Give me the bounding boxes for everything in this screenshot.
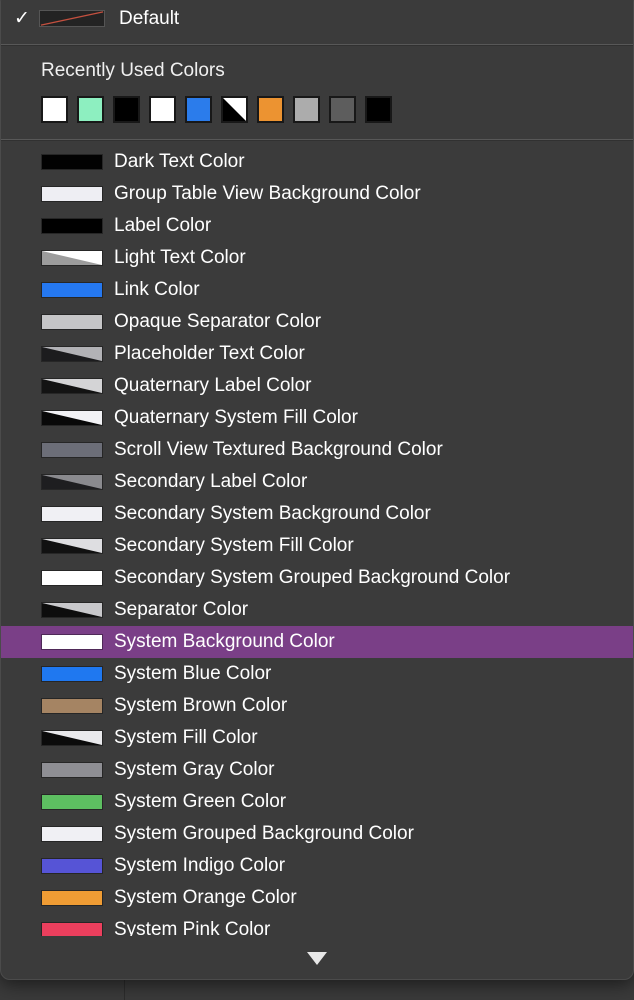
color-row-label: Secondary System Grouped Background Colo… <box>114 567 510 589</box>
color-row[interactable]: Scroll View Textured Background Color <box>1 434 633 466</box>
recent-swatch-white-2[interactable] <box>149 96 176 123</box>
color-row-label: System Indigo Color <box>114 855 285 877</box>
default-color-swatch <box>39 10 105 27</box>
color-row-label: Scroll View Textured Background Color <box>114 439 443 461</box>
color-list: Dark Text Color Group Table View Backgrou… <box>1 141 633 946</box>
recent-swatch-blue[interactable] <box>185 96 212 123</box>
recent-swatch-white[interactable] <box>41 96 68 123</box>
color-row-label: System Orange Color <box>114 887 297 909</box>
color-row-label: System Gray Color <box>114 759 274 781</box>
color-swatch <box>41 314 103 330</box>
color-row-label: Light Text Color <box>114 247 246 269</box>
color-swatch <box>41 250 103 266</box>
recent-swatch-black[interactable] <box>113 96 140 123</box>
color-swatch <box>41 186 103 202</box>
color-row[interactable]: System Grouped Background Color <box>1 818 633 850</box>
color-row-label: Separator Color <box>114 599 248 621</box>
default-label: Default <box>119 8 179 30</box>
recently-used-title: Recently Used Colors <box>41 60 633 82</box>
color-swatch <box>41 858 103 874</box>
color-row-label: Opaque Separator Color <box>114 311 321 333</box>
color-picker-menu: ✓ Default Recently Used Colors Dark Text… <box>0 0 634 980</box>
color-row-label: System Background Color <box>114 631 335 653</box>
color-row[interactable]: Quaternary Label Color <box>1 370 633 402</box>
color-row[interactable]: System Pink Color <box>1 914 633 946</box>
color-swatch <box>41 538 103 554</box>
checkmark-icon: ✓ <box>1 9 39 28</box>
recent-swatch-orange[interactable] <box>257 96 284 123</box>
color-row-label: System Blue Color <box>114 663 271 685</box>
color-row[interactable]: Secondary System Grouped Background Colo… <box>1 562 633 594</box>
color-row-label: Quaternary Label Color <box>114 375 312 397</box>
color-row[interactable]: Separator Color <box>1 594 633 626</box>
color-swatch <box>41 282 103 298</box>
color-row-label: Secondary Label Color <box>114 471 307 493</box>
color-row[interactable]: System Orange Color <box>1 882 633 914</box>
color-swatch <box>41 634 103 650</box>
color-swatch <box>41 218 103 234</box>
color-row-label: Placeholder Text Color <box>114 343 305 365</box>
color-row[interactable]: Quaternary System Fill Color <box>1 402 633 434</box>
color-swatch <box>41 666 103 682</box>
color-row-label: System Fill Color <box>114 727 258 749</box>
recent-swatch-black-white-split[interactable] <box>221 96 248 123</box>
color-row[interactable]: Secondary Label Color <box>1 466 633 498</box>
color-row-label: System Brown Color <box>114 695 287 717</box>
color-swatch <box>41 154 103 170</box>
color-swatch <box>41 346 103 362</box>
color-row[interactable]: Group Table View Background Color <box>1 178 633 210</box>
color-swatch <box>41 506 103 522</box>
color-row-label: System Grouped Background Color <box>114 823 414 845</box>
color-row[interactable]: Light Text Color <box>1 242 633 274</box>
color-swatch <box>41 442 103 458</box>
recent-swatch-black-3[interactable] <box>365 96 392 123</box>
color-row-label: Label Color <box>114 215 211 237</box>
color-row[interactable]: System Blue Color <box>1 658 633 690</box>
color-row[interactable]: System Brown Color <box>1 690 633 722</box>
color-swatch <box>41 602 103 618</box>
color-row-label: Secondary System Background Color <box>114 503 431 525</box>
color-row[interactable]: Label Color <box>1 210 633 242</box>
color-swatch <box>41 794 103 810</box>
recent-swatch-light-gray[interactable] <box>293 96 320 123</box>
recently-used-swatch-list <box>41 96 633 123</box>
color-row[interactable]: Link Color <box>1 274 633 306</box>
color-row[interactable]: System Indigo Color <box>1 850 633 882</box>
color-row[interactable]: Secondary System Fill Color <box>1 530 633 562</box>
scroll-down-button[interactable] <box>1 945 633 971</box>
recent-swatch-mint[interactable] <box>77 96 104 123</box>
color-swatch <box>41 570 103 586</box>
chevron-down-triangle-icon <box>307 952 327 965</box>
color-swatch <box>41 826 103 842</box>
color-swatch <box>41 890 103 906</box>
color-row-label: Link Color <box>114 279 200 301</box>
color-row[interactable]: System Fill Color <box>1 722 633 754</box>
color-swatch <box>41 762 103 778</box>
color-row[interactable]: Opaque Separator Color <box>1 306 633 338</box>
color-row-label: Dark Text Color <box>114 151 245 173</box>
color-row-label: Quaternary System Fill Color <box>114 407 358 429</box>
menu-item-default[interactable]: ✓ Default <box>1 0 633 44</box>
color-row[interactable]: Placeholder Text Color <box>1 338 633 370</box>
color-swatch <box>41 922 103 938</box>
color-swatch <box>41 474 103 490</box>
color-swatch <box>41 378 103 394</box>
recent-swatch-mid-gray[interactable] <box>329 96 356 123</box>
color-swatch <box>41 698 103 714</box>
color-row[interactable]: System Green Color <box>1 786 633 818</box>
recently-used-section: Recently Used Colors <box>1 46 633 139</box>
color-row-label: System Green Color <box>114 791 286 813</box>
color-row[interactable]: System Gray Color <box>1 754 633 786</box>
color-row-label: System Pink Color <box>114 919 270 941</box>
color-row[interactable]: System Background Color <box>1 626 633 658</box>
color-row[interactable]: Secondary System Background Color <box>1 498 633 530</box>
color-swatch <box>41 730 103 746</box>
color-row[interactable]: Dark Text Color <box>1 146 633 178</box>
color-swatch <box>41 410 103 426</box>
color-row-label: Group Table View Background Color <box>114 183 421 205</box>
color-row-label: Secondary System Fill Color <box>114 535 354 557</box>
